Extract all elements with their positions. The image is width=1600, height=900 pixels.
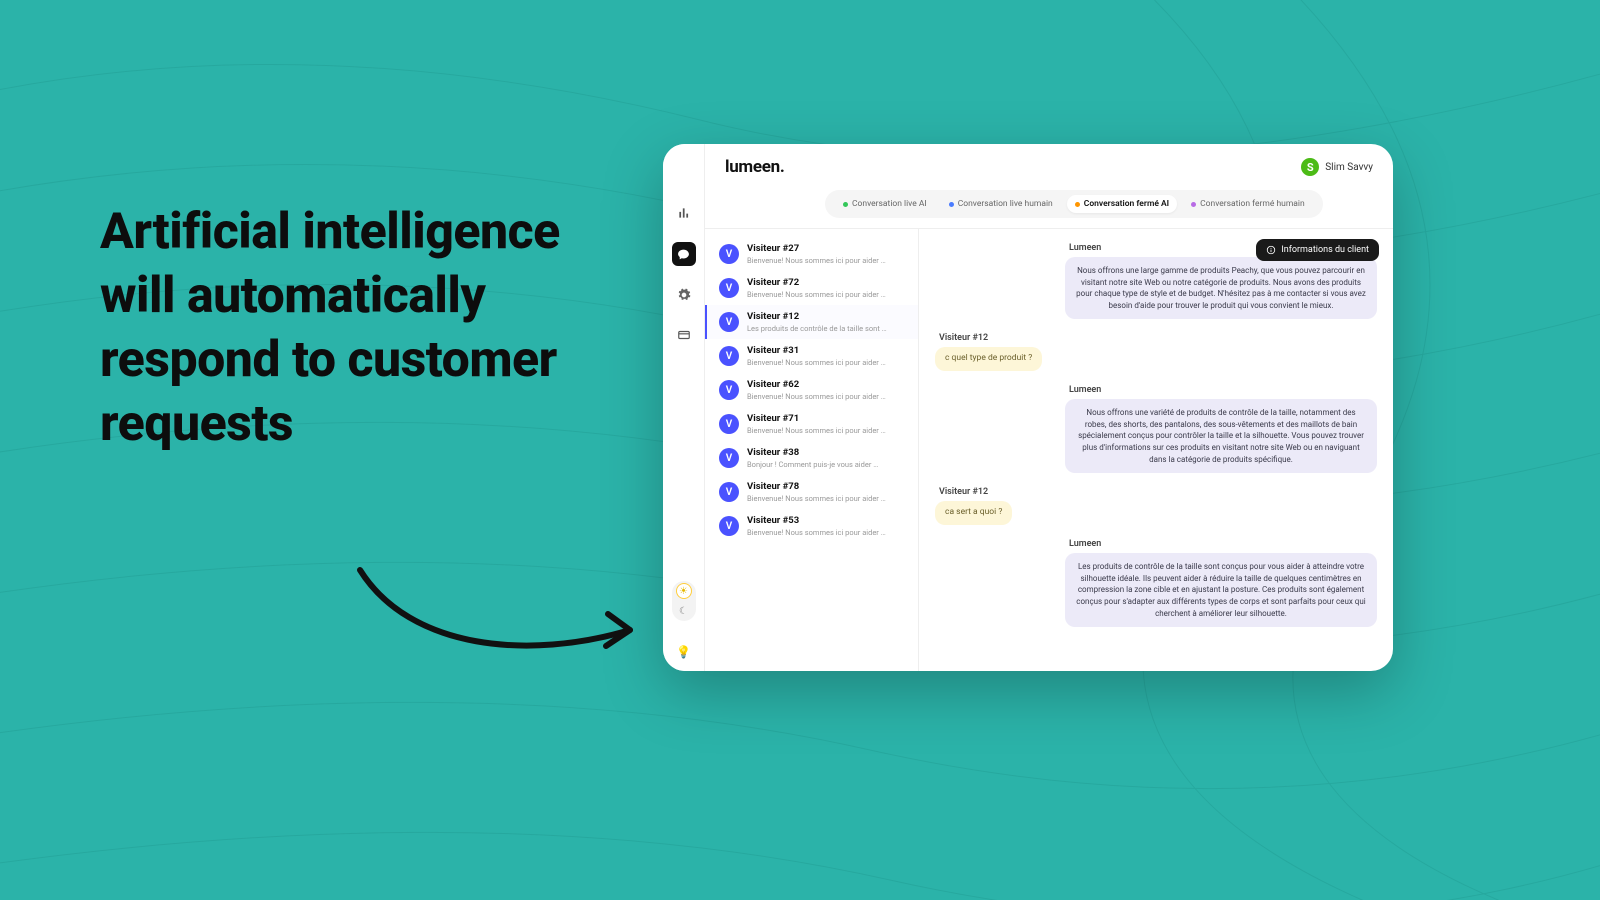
filter-pill[interactable]: Conversation live humain <box>941 195 1061 213</box>
ai-message: Lumeen Les produits de contrôle de la tai… <box>935 539 1377 627</box>
arrow-illustration <box>350 560 650 680</box>
filter-label: Conversation fermé humain <box>1200 199 1305 209</box>
status-dot-icon <box>843 202 848 207</box>
chat-panel: Informations du client Lumeen Nous offron… <box>919 229 1393 671</box>
visitor-avatar: V <box>719 448 739 468</box>
topbar: lumeen. S Slim Savvy <box>705 144 1393 190</box>
message-bubble: Les produits de contrôle de la taille so… <box>1065 553 1377 627</box>
help-icon[interactable]: 💡 <box>676 645 691 659</box>
conversation-name: Visiteur #62 <box>747 379 886 390</box>
user-message: Visiteur #12 ca sert a quoi ? <box>935 487 1377 525</box>
visitor-avatar: V <box>719 244 739 264</box>
conversation-item[interactable]: V Visiteur #53 Bienvenue! Nous sommes ici … <box>705 509 918 543</box>
message-bubble: ca sert a quoi ? <box>935 501 1012 525</box>
conversation-preview: Bienvenue! Nous sommes ici pour aider … <box>747 256 886 265</box>
nav-conversations[interactable] <box>672 242 696 266</box>
filter-bar: Conversation live AI Conversation live hu… <box>705 190 1393 228</box>
conversation-name: Visiteur #31 <box>747 345 886 356</box>
promo-headline: Artificial intelligence will automatical… <box>100 200 620 456</box>
client-info-label: Informations du client <box>1281 245 1369 255</box>
nav-billing[interactable] <box>673 324 695 346</box>
message-sender: Visiteur #12 <box>935 333 988 343</box>
status-dot-icon <box>1191 202 1196 207</box>
conversation-item[interactable]: V Visiteur #38 Bonjour ! Comment puis-je v… <box>705 441 918 475</box>
ai-message: Lumeen Nous offrons une variété de produi… <box>935 385 1377 473</box>
info-icon <box>1266 245 1276 255</box>
conversation-name: Visiteur #71 <box>747 413 886 424</box>
theme-toggle[interactable]: ☀ ☾ <box>672 581 696 621</box>
conversation-item[interactable]: V Visiteur #31 Bienvenue! Nous sommes ici … <box>705 339 918 373</box>
app-window: ☀ ☾ 💡 lumeen. S Slim Savvy Conversation … <box>663 144 1393 671</box>
conversation-preview: Bienvenue! Nous sommes ici pour aider … <box>747 392 886 401</box>
conversation-preview: Bienvenue! Nous sommes ici pour aider … <box>747 426 886 435</box>
conversation-name: Visiteur #78 <box>747 481 886 492</box>
status-dot-icon <box>1075 202 1080 207</box>
conversation-preview: Bonjour ! Comment puis-je vous aider … <box>747 460 878 469</box>
user-avatar: S <box>1301 158 1319 176</box>
visitor-avatar: V <box>719 278 739 298</box>
conversation-name: Visiteur #12 <box>747 311 887 322</box>
conversation-item[interactable]: V Visiteur #71 Bienvenue! Nous sommes ici … <box>705 407 918 441</box>
nav-rail: ☀ ☾ 💡 <box>663 144 705 671</box>
main-panel: lumeen. S Slim Savvy Conversation live A… <box>705 144 1393 671</box>
status-dot-icon <box>949 202 954 207</box>
sun-icon: ☀ <box>677 584 691 598</box>
conversation-item[interactable]: V Visiteur #12 Les produits de contrôle de… <box>705 305 918 339</box>
nav-settings[interactable] <box>673 284 695 306</box>
visitor-avatar: V <box>719 346 739 366</box>
conversation-preview: Bienvenue! Nous sommes ici pour aider … <box>747 358 886 367</box>
conversation-item[interactable]: V Visiteur #72 Bienvenue! Nous sommes ici … <box>705 271 918 305</box>
user-menu[interactable]: S Slim Savvy <box>1301 158 1373 176</box>
moon-icon: ☾ <box>677 604 691 618</box>
message-bubble: Nous offrons une variété de produits de … <box>1065 399 1377 473</box>
user-message: Visiteur #12 c quel type de produit ? <box>935 333 1377 371</box>
filter-pill[interactable]: Conversation fermé AI <box>1067 195 1177 213</box>
conversation-item[interactable]: V Visiteur #78 Bienvenue! Nous sommes ici … <box>705 475 918 509</box>
conversation-item[interactable]: V Visiteur #27 Bienvenue! Nous sommes ici … <box>705 237 918 271</box>
visitor-avatar: V <box>719 414 739 434</box>
message-sender: Lumeen <box>1065 385 1377 395</box>
user-name: Slim Savvy <box>1325 162 1373 173</box>
filter-pill[interactable]: Conversation live AI <box>835 195 935 213</box>
filter-label: Conversation fermé AI <box>1084 199 1169 209</box>
conversation-list[interactable]: V Visiteur #27 Bienvenue! Nous sommes ici … <box>705 229 919 671</box>
content-area: V Visiteur #27 Bienvenue! Nous sommes ici … <box>705 228 1393 671</box>
message-bubble: c quel type de produit ? <box>935 347 1042 371</box>
filter-label: Conversation live AI <box>852 199 927 209</box>
filter-pill[interactable]: Conversation fermé humain <box>1183 195 1313 213</box>
conversation-name: Visiteur #27 <box>747 243 886 254</box>
filter-pills: Conversation live AI Conversation live hu… <box>825 190 1323 218</box>
conversation-preview: Bienvenue! Nous sommes ici pour aider … <box>747 290 886 299</box>
visitor-avatar: V <box>719 482 739 502</box>
message-sender: Lumeen <box>1065 539 1377 549</box>
message-sender: Visiteur #12 <box>935 487 988 497</box>
visitor-avatar: V <box>719 380 739 400</box>
conversation-preview: Bienvenue! Nous sommes ici pour aider … <box>747 528 886 537</box>
client-info-button[interactable]: Informations du client <box>1256 239 1379 261</box>
message-bubble: Nous offrons une large gamme de produits… <box>1065 257 1377 319</box>
nav-analytics[interactable] <box>673 202 695 224</box>
visitor-avatar: V <box>719 312 739 332</box>
conversation-item[interactable]: V Visiteur #62 Bienvenue! Nous sommes ici … <box>705 373 918 407</box>
filter-label: Conversation live humain <box>958 199 1053 209</box>
conversation-preview: Les produits de contrôle de la taille so… <box>747 324 887 333</box>
visitor-avatar: V <box>719 516 739 536</box>
conversation-preview: Bienvenue! Nous sommes ici pour aider … <box>747 494 886 503</box>
conversation-name: Visiteur #72 <box>747 277 886 288</box>
brand-logo: lumeen. <box>725 157 784 177</box>
conversation-name: Visiteur #38 <box>747 447 878 458</box>
conversation-name: Visiteur #53 <box>747 515 886 526</box>
